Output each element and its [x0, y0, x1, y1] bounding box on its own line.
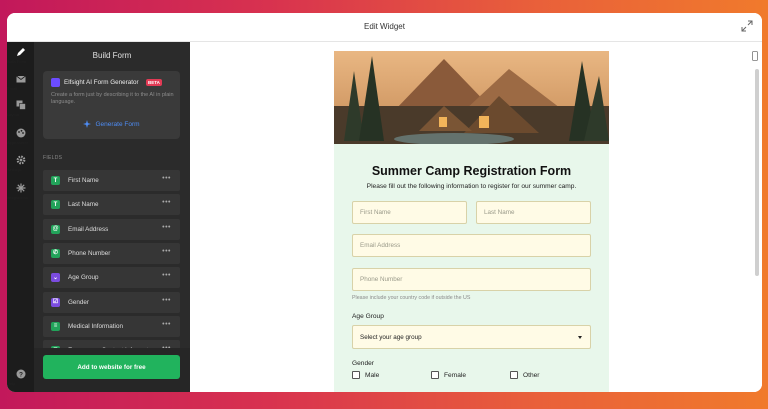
paragraph-icon: ≡ [51, 321, 60, 331]
rail-label: Build Form [7, 59, 27, 64]
field-label: Email Address [68, 225, 109, 233]
preview-area: Summer Camp Registration Form Please fil… [190, 42, 762, 392]
ai-generator-description: Create a form just by describing it to t… [51, 92, 174, 105]
beta-badge: BETA [146, 78, 162, 86]
checkbox-icon[interactable] [510, 371, 518, 379]
field-label: Medical Information [68, 322, 123, 330]
build-form-panel: Build Form Elfsight AI Form Generator BE… [34, 42, 190, 392]
more-options-icon[interactable]: ••• [162, 199, 171, 206]
checkbox-icon[interactable] [431, 371, 439, 379]
form-title: Summer Camp Registration Form [371, 164, 572, 178]
age-group-select[interactable]: Select your age group [352, 325, 591, 349]
palette-icon [16, 128, 25, 138]
phone-hint: Please include your country code if outs… [352, 295, 471, 301]
age-group-select-value: Select your age group [360, 333, 422, 341]
gender-option-label: Other [523, 371, 540, 379]
field-row[interactable]: T First Name ••• [43, 170, 180, 191]
at-icon: @ [51, 224, 60, 234]
phone-icon: ✆ [51, 248, 60, 258]
more-options-icon[interactable]: ••• [162, 297, 171, 304]
mail-icon [15, 75, 26, 83]
more-options-icon[interactable]: ••• [162, 248, 171, 255]
field-label: Last Name [68, 201, 99, 209]
rail-label: Layout [7, 112, 20, 117]
field-row[interactable]: ✆ Phone Number ••• [43, 242, 180, 264]
more-options-icon[interactable]: ••• [162, 175, 171, 182]
editor-window: Edit Widget Build Form Email Layout Appe… [7, 13, 762, 392]
last-name-input[interactable]: Last Name [476, 201, 591, 224]
more-options-icon[interactable]: ••• [162, 272, 171, 279]
elfsight-logo-icon [51, 78, 60, 87]
generate-form-label: Generate Form [95, 120, 140, 128]
more-options-icon[interactable]: ••• [162, 224, 171, 231]
svg-text:?: ? [19, 371, 23, 378]
rail-item-settings[interactable]: Settings [7, 155, 34, 172]
gender-option-label: Female [444, 371, 466, 379]
rail-item-integrations[interactable]: Integrations [7, 183, 34, 200]
layout-icon [16, 100, 26, 110]
checkbox-icon[interactable] [352, 371, 360, 379]
preview-scrollbar[interactable] [755, 69, 759, 276]
rail-label: Appearance [7, 140, 29, 145]
panel-title: Build Form [92, 51, 132, 60]
field-row[interactable]: ☑ Gender ••• [43, 291, 180, 313]
rail-item-email[interactable]: Email [7, 74, 34, 91]
dropdown-icon: ⌄ [51, 273, 60, 283]
caret-down-icon [578, 336, 582, 339]
ai-generator-card: Elfsight AI Form Generator BETA Create a… [43, 71, 180, 139]
window-title: Edit Widget [364, 22, 405, 31]
checkbox-icon: ☑ [51, 297, 60, 307]
top-bar: Edit Widget [7, 13, 762, 42]
ai-generator-name: Elfsight AI Form Generator [64, 79, 139, 86]
rail-label: Integrations [7, 195, 28, 200]
gear-icon [16, 155, 25, 165]
age-group-label: Age Group [352, 313, 384, 320]
gender-option-female[interactable]: Female [431, 371, 466, 379]
email-input[interactable]: Email Address [352, 234, 591, 257]
pencil-icon [16, 48, 25, 56]
phone-input[interactable]: Phone Number [352, 268, 591, 291]
form-subtitle: Please fill out the following informatio… [366, 183, 577, 190]
text-icon: T [51, 176, 60, 185]
field-label: Age Group [68, 274, 99, 282]
expand-icon[interactable] [741, 20, 753, 32]
gender-label: Gender [352, 360, 374, 367]
text-icon: T [51, 200, 60, 210]
field-row[interactable]: T Last Name ••• [43, 194, 180, 216]
more-options-icon[interactable]: ••• [162, 321, 171, 328]
camp-hero-image [334, 51, 609, 144]
mobile-preview-icon[interactable] [752, 51, 758, 61]
field-row[interactable]: @ Email Address ••• [43, 218, 180, 240]
field-row[interactable]: ⌄ Age Group ••• [43, 267, 180, 289]
form-preview: Summer Camp Registration Form Please fil… [334, 51, 609, 392]
generate-form-button[interactable]: Generate Form [43, 114, 180, 134]
sparkle-icon [83, 120, 92, 128]
field-label: Phone Number [68, 249, 111, 257]
field-label: Gender [68, 298, 90, 306]
help-icon: ? [16, 369, 25, 379]
field-row[interactable]: ≡ Medical Information ••• [43, 315, 180, 337]
add-to-website-button[interactable]: Add to website for free [43, 355, 180, 379]
rail-item-appearance[interactable]: Appearance [7, 128, 34, 145]
rail-item-help[interactable]: ? Help [7, 369, 34, 386]
fields-section-label: FIELDS [43, 155, 63, 161]
rail-item-layout[interactable]: Layout [7, 100, 34, 117]
gender-option-male[interactable]: Male [352, 371, 379, 379]
rail-label: Settings [7, 167, 22, 172]
icon-rail: Build Form Email Layout Appearance Setti… [7, 42, 34, 392]
rail-item-build-form[interactable]: Build Form [7, 47, 34, 64]
rail-label: Help [7, 381, 16, 386]
rail-label: Email [7, 86, 18, 91]
gender-option-other[interactable]: Other [510, 371, 540, 379]
panel-footer: Add to website for free [34, 348, 190, 392]
integrations-icon [16, 183, 25, 193]
gender-option-label: Male [365, 371, 380, 379]
first-name-input[interactable]: First Name [352, 201, 467, 224]
field-label: First Name [68, 177, 99, 184]
